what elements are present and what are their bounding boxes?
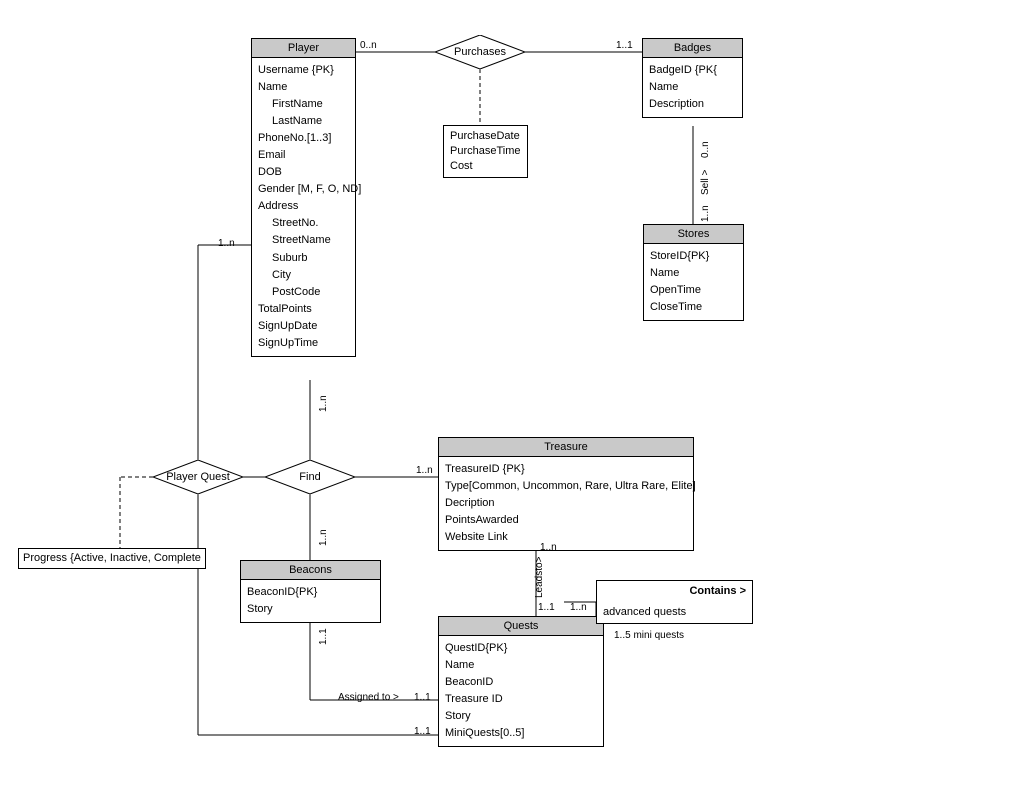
card-badges-sell-bot: 1..n [700, 205, 711, 222]
card-find-treasure: 1..n [416, 465, 433, 476]
card-player-find: 1..n [318, 395, 329, 412]
attrbox-progress: Progress {Active, Inactive, Complete [18, 548, 206, 569]
card-player-purchases: 0..n [360, 40, 377, 51]
entity-player: Player Username {PK} Name FirstName Last… [251, 38, 356, 357]
card-treasure-leads: 1..n [540, 542, 557, 553]
card-find-beacons: 1..n [318, 529, 329, 546]
label-mini-quests: 1..5 mini quests [614, 630, 684, 641]
card-pq-quest: 1..1 [414, 726, 431, 737]
entity-badges-title: Badges [643, 39, 742, 58]
card-badges-sell-top: 0..n [700, 141, 711, 158]
attrbox-purchase: PurchaseDate PurchaseTime Cost [443, 125, 528, 178]
label-assigned-to: Assigned to > [338, 692, 399, 703]
relationship-playerquest: Player Quest [153, 460, 243, 494]
entity-stores-title: Stores [644, 225, 743, 244]
card-contains-left: 1..n [570, 602, 587, 613]
card-beacons-assigned: 1..1 [318, 628, 329, 645]
relationship-find: Find [265, 460, 355, 494]
entity-stores: Stores StoreID{PK} Name OpenTime CloseTi… [643, 224, 744, 321]
attrbox-contains: Contains > advanced quests [596, 580, 753, 624]
entity-beacons: Beacons BeaconID{PK} Story [240, 560, 381, 623]
entity-quests-title: Quests [439, 617, 603, 636]
card-assigned-right: 1..1 [414, 692, 431, 703]
label-leadsto: Leadsto> [534, 557, 545, 598]
card-pq-player: 1..n [218, 238, 235, 249]
entity-treasure-title: Treasure [439, 438, 693, 457]
entity-quests: Quests QuestID{PK} Name BeaconID Treasur… [438, 616, 604, 747]
entity-beacons-title: Beacons [241, 561, 380, 580]
entity-treasure: Treasure TreasureID {PK} Type[Common, Un… [438, 437, 694, 551]
entity-player-title: Player [252, 39, 355, 58]
card-purchases-badges: 1..1 [616, 40, 633, 51]
entity-badges: Badges BadgeID {PK{ Name Description [642, 38, 743, 118]
relationship-purchases: Purchases [435, 35, 525, 69]
card-leads-quest: 1..1 [538, 602, 555, 613]
label-sell: Sell > [700, 170, 711, 195]
